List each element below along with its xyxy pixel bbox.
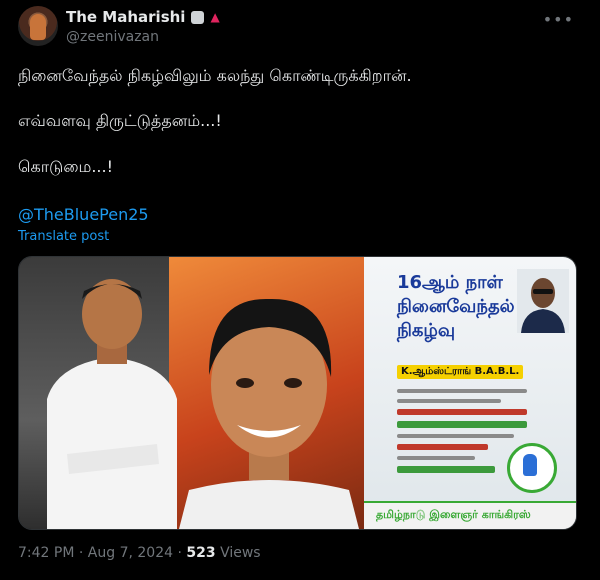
poster-man-white-shirt <box>47 279 177 529</box>
poster-headline-line-3: நிகழ்வு <box>397 320 456 341</box>
post-image[interactable]: 16ஆம் நாள் நினைவேந்தல் நிகழ்வு K.ஆம்ஸ்ட்… <box>18 256 577 530</box>
translate-post-link[interactable]: Translate post <box>18 229 109 244</box>
poster-portrait-inset <box>517 269 569 333</box>
tweet-line-1: நினைவேந்தல் நிகழ்விலும் கலந்து கொண்டிருக… <box>18 66 412 85</box>
meta-separator: · <box>78 545 84 561</box>
poster-headline-line-1: 16ஆம் நாள் <box>397 272 503 293</box>
poster-man-smiling <box>179 298 359 529</box>
tweet-line-2: எவ்வளவு திருட்டுத்தனம்...! <box>18 111 222 130</box>
poster-headline-line-2: நினைவேந்தல் <box>397 296 515 317</box>
poster-footer: தமிழ்நாடு இளைஞர் காங்கிரஸ் <box>364 501 576 529</box>
author-handle[interactable]: @zeenivazan <box>66 29 159 45</box>
post-date[interactable]: Aug 7, 2024 <box>88 545 173 561</box>
flag-icon: ▲ <box>210 10 220 24</box>
party-logo-icon <box>507 443 557 493</box>
post-meta: 7:42 PM · Aug 7, 2024 · 523 Views <box>18 545 261 561</box>
author-display-name[interactable]: The Maharishi <box>66 8 185 26</box>
tweet-line-3: கொடுமை...! <box>18 157 114 176</box>
views-label: Views <box>220 545 261 561</box>
poster-headline: 16ஆம் நாள் நினைவேந்தல் நிகழ்வு <box>397 271 515 343</box>
post-time[interactable]: 7:42 PM <box>18 545 74 561</box>
more-icon[interactable]: ••• <box>543 10 574 29</box>
author-name-row: The Maharishi ▲ <box>66 8 220 26</box>
poster-name-strip: K.ஆம்ஸ்ட்ராங் B.A.B.L. <box>397 365 524 379</box>
meta-separator-2: · <box>177 545 182 561</box>
verified-badge-icon[interactable] <box>191 10 205 24</box>
mention-link[interactable]: @TheBluePen25 <box>18 205 149 224</box>
author-avatar[interactable] <box>18 6 58 46</box>
poster-footer-text: தமிழ்நாடு இளைஞர் காங்கிரஸ் <box>376 508 531 521</box>
views-count: 523 <box>186 545 216 561</box>
